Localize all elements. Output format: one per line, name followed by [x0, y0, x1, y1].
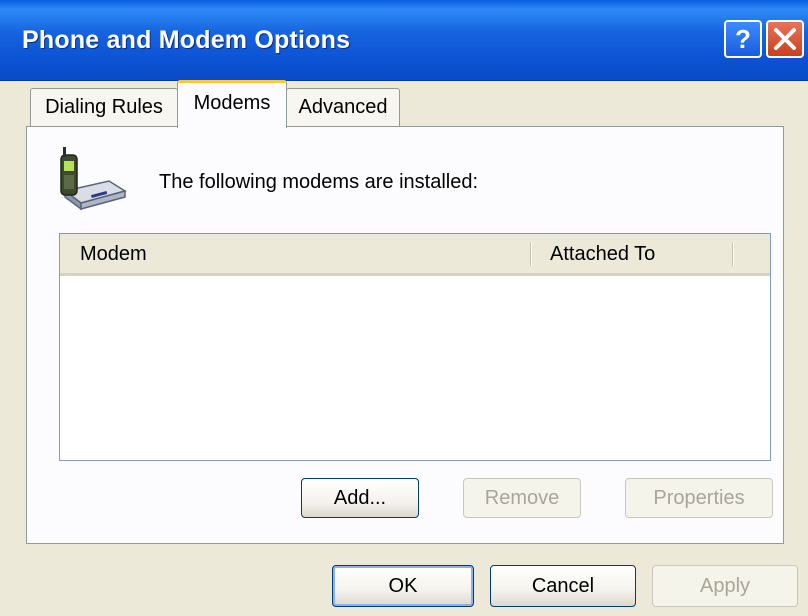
column-separator[interactable] — [530, 242, 532, 266]
add-button[interactable]: Add... — [301, 478, 419, 518]
apply-button[interactable]: Apply — [652, 565, 798, 607]
modems-list[interactable]: Modem Attached To — [59, 233, 771, 461]
close-button[interactable] — [766, 20, 804, 58]
help-button[interactable]: ? — [724, 20, 762, 58]
tab-advanced[interactable]: Advanced — [286, 88, 400, 126]
tab-modems[interactable]: Modems — [177, 80, 287, 128]
list-header: Modem Attached To — [60, 234, 770, 276]
title-bar[interactable]: Phone and Modem Options ? — [0, 0, 808, 81]
close-icon — [774, 28, 796, 50]
remove-button[interactable]: Remove — [463, 478, 581, 518]
window-title: Phone and Modem Options — [22, 26, 351, 54]
ok-button[interactable]: OK — [332, 565, 474, 607]
phone-modem-icon — [60, 147, 127, 211]
column-header-attached-to[interactable]: Attached To — [550, 234, 655, 273]
tab-dialing-rules[interactable]: Dialing Rules — [30, 88, 178, 126]
column-header-modem[interactable]: Modem — [80, 234, 147, 273]
cancel-button[interactable]: Cancel — [490, 565, 636, 607]
column-separator[interactable] — [732, 242, 734, 266]
modems-description: The following modems are installed: — [159, 171, 479, 193]
modems-tab-panel: The following modems are installed: Mode… — [26, 126, 784, 544]
properties-button[interactable]: Properties — [625, 478, 773, 518]
help-icon: ? — [735, 24, 751, 54]
